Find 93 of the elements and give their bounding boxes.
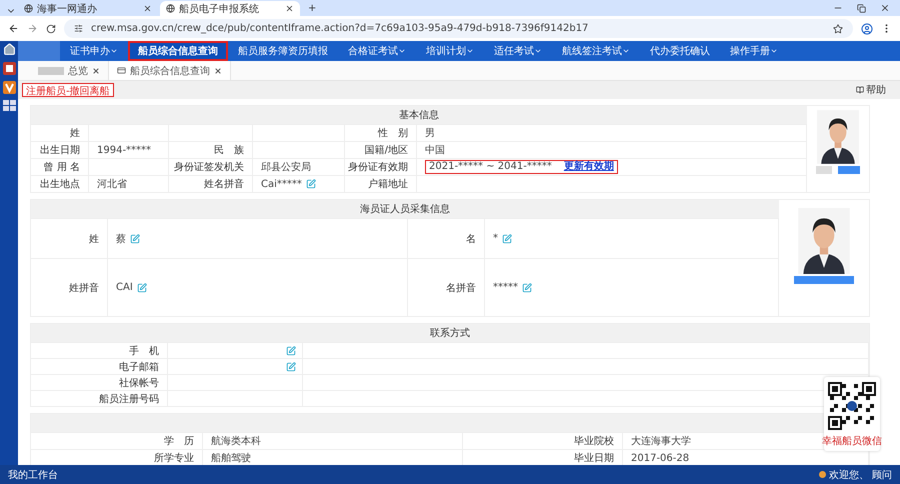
- field-value: 航海类本科: [211, 434, 261, 448]
- browser-tab[interactable]: 船员电子申报系统: [160, 1, 300, 16]
- field-value: Cai*****: [261, 178, 302, 190]
- field-label: 姓名拼音: [204, 178, 244, 191]
- field-label: 国籍/地区: [364, 144, 408, 157]
- field-label: 姓拼音: [69, 282, 99, 294]
- help-button[interactable]: 帮助: [856, 83, 886, 97]
- field-label: 性 别: [378, 126, 408, 140]
- nav-item[interactable]: 船员服务簿资历填报: [228, 41, 338, 61]
- back-icon[interactable]: [8, 23, 19, 34]
- field-label: 毕业日期: [574, 452, 614, 465]
- new-tab-button[interactable]: +: [302, 2, 322, 14]
- blurred-label: [38, 66, 64, 74]
- field-value: 男: [425, 127, 435, 140]
- user-greeting: 欢迎您、 顾问: [828, 468, 892, 482]
- field-value: *****: [493, 282, 518, 293]
- edit-icon[interactable]: [286, 362, 296, 372]
- field-label: 出生日期: [40, 144, 80, 157]
- field-value: 船舶驾驶: [211, 452, 251, 465]
- field-value: 2021-***** ~ 2041-*****: [429, 162, 552, 172]
- edit-icon[interactable]: [306, 179, 316, 189]
- close-icon[interactable]: [143, 4, 152, 13]
- address-bar[interactable]: crew.msa.gov.cn/crew_dce/pub/contentIframe.action?d=7c69a103-95a9-479d-b918-7396f9142b17: [64, 19, 853, 38]
- field-label: 身份证有效期: [348, 160, 408, 174]
- page-tab[interactable]: 总览: [30, 61, 109, 80]
- close-icon[interactable]: [880, 3, 890, 13]
- field-label: 民 族: [214, 144, 244, 157]
- nav-item[interactable]: 船员综合信息查询: [128, 41, 228, 61]
- field-label: 所学专业: [154, 452, 194, 465]
- close-icon[interactable]: [285, 4, 294, 13]
- field-value: 2017-06-28: [631, 452, 690, 464]
- field-label: 手 机: [129, 344, 159, 358]
- field-label: 船员注册号码: [99, 392, 159, 406]
- restore-icon[interactable]: [857, 4, 866, 12]
- field-value: 中国: [425, 144, 445, 157]
- field-label: 身份证签发机关: [174, 160, 244, 174]
- nav-item[interactable]: 合格证考试: [338, 41, 416, 61]
- field-value: CAI: [116, 282, 133, 293]
- nav-item[interactable]: 适任考试: [484, 41, 552, 61]
- grid-icon[interactable]: [2, 100, 16, 111]
- forward-icon[interactable]: [27, 23, 38, 34]
- edit-icon[interactable]: [286, 346, 296, 356]
- reload-icon[interactable]: [46, 24, 56, 34]
- field-label: 毕业院校: [574, 434, 614, 448]
- nav-item[interactable]: 证书申办: [60, 41, 128, 61]
- tab-title: 海事一网通办: [37, 2, 98, 16]
- field-value: *: [493, 233, 498, 244]
- field-label: 社保帐号: [119, 376, 159, 390]
- home-icon[interactable]: [2, 43, 16, 56]
- field-label: 电子邮箱: [119, 360, 159, 374]
- book-icon: [856, 86, 864, 94]
- edit-icon[interactable]: [130, 234, 140, 244]
- close-icon[interactable]: [92, 66, 100, 74]
- status-dot-icon: [818, 471, 826, 478]
- section-header: 海员证人员采集信息: [31, 200, 779, 218]
- edit-icon[interactable]: [522, 282, 532, 292]
- update-link[interactable]: 更新有效期: [564, 162, 614, 172]
- close-icon[interactable]: [214, 66, 222, 74]
- field-label: 出生地点: [40, 178, 80, 191]
- field-label: 曾 用 名: [44, 161, 80, 174]
- qr-caption: 幸福船员微信: [822, 434, 882, 448]
- tab-title: 船员电子申报系统: [179, 2, 260, 16]
- workspace-link[interactable]: 我的工作台: [8, 468, 58, 482]
- bookmark-icon[interactable]: [833, 24, 843, 34]
- section-header: 联系方式: [31, 324, 869, 342]
- card-icon: [117, 66, 126, 75]
- field-value: 蔡: [116, 232, 126, 246]
- field-label: 姓: [70, 127, 80, 140]
- profile-icon[interactable]: [861, 22, 873, 34]
- withdraw-button[interactable]: 注册船员-撤回离船: [22, 83, 114, 97]
- field-value: 大连海事大学: [631, 434, 691, 448]
- field-label: 名拼音: [446, 282, 476, 294]
- field-value: 1994-*****: [97, 144, 152, 156]
- nav-item[interactable]: 航线签注考试: [552, 41, 640, 61]
- field-value: 邱县公安局: [261, 160, 311, 174]
- section-header: 基本信息: [31, 106, 807, 124]
- field-value: 河北省: [97, 178, 127, 191]
- edit-icon[interactable]: [136, 282, 147, 292]
- field-label: 学 历: [164, 435, 194, 448]
- field-label: 名: [466, 232, 476, 246]
- nav-item[interactable]: 操作手册: [720, 41, 788, 61]
- edit-icon[interactable]: [502, 234, 512, 244]
- nav-item[interactable]: 培训计划: [416, 41, 484, 61]
- site-settings-icon[interactable]: [74, 24, 83, 33]
- v-logo-icon[interactable]: [2, 81, 16, 94]
- field-label: 户籍地址: [368, 178, 408, 191]
- url-text: crew.msa.gov.cn/crew_dce/pub/contentIframe.action?d=7c69a103-95a9-479d-b918-7396f9142b17: [91, 23, 588, 34]
- page-tab[interactable]: 船员综合信息查询: [109, 61, 231, 80]
- field-label: 姓: [89, 232, 99, 246]
- nav-item[interactable]: 代办委托确认: [640, 41, 720, 61]
- globe-icon: [24, 4, 33, 13]
- globe-icon: [166, 4, 175, 13]
- browser-tab[interactable]: 海事一网通办: [18, 1, 158, 16]
